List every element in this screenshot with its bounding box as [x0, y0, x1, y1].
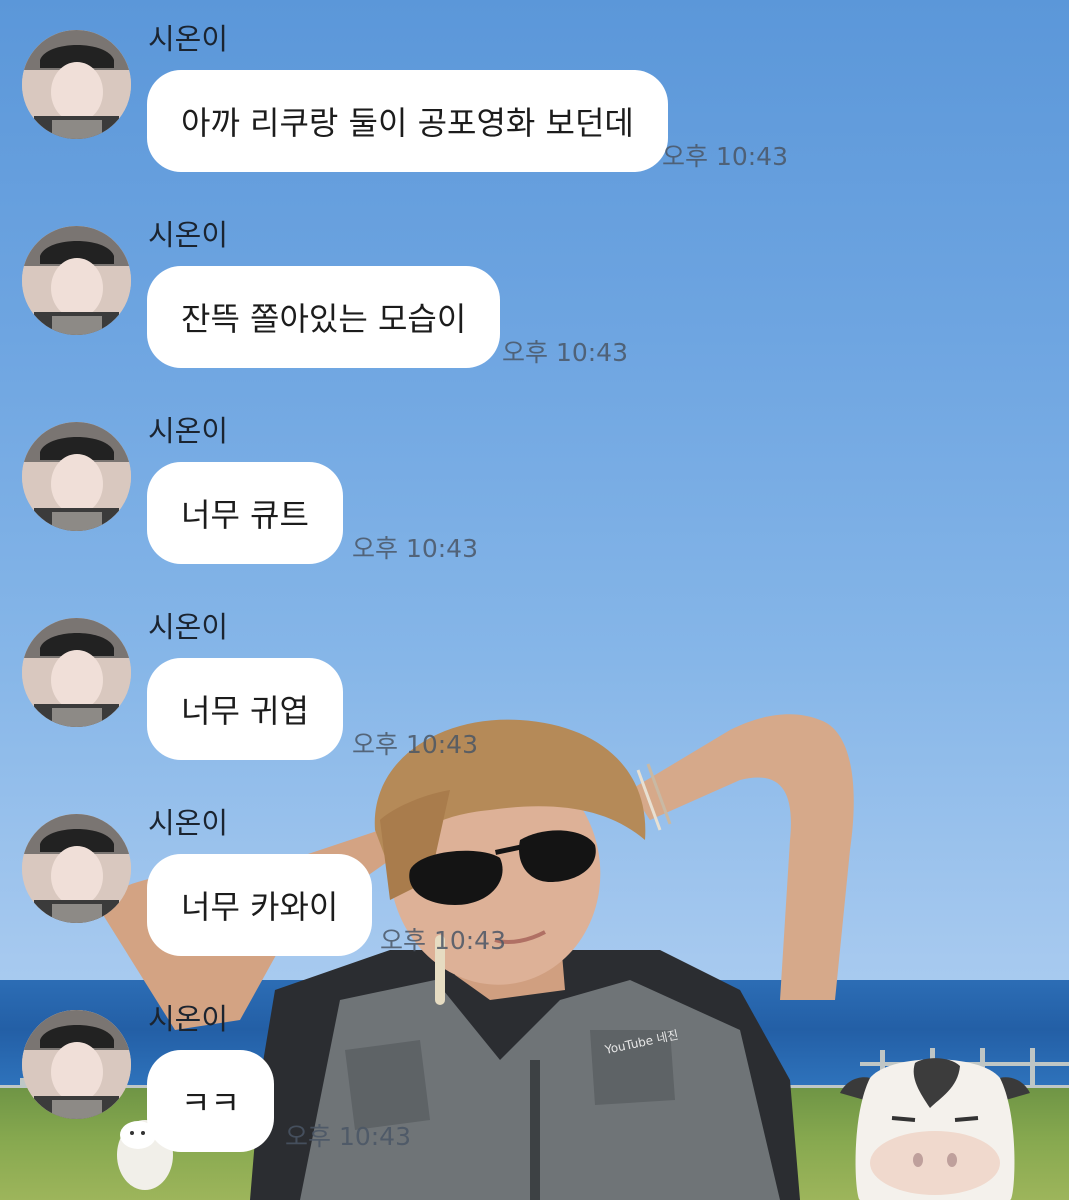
avatar-photo-icon	[22, 226, 131, 335]
avatar-photo-icon	[22, 814, 131, 923]
message-bubble[interactable]: ㅋㅋ	[147, 1050, 274, 1152]
sender-avatar[interactable]	[22, 30, 131, 139]
message-bubble[interactable]: 너무 귀엽	[147, 658, 343, 760]
sender-avatar[interactable]	[22, 226, 131, 335]
chat-message: 시온이 너무 큐트 오후 10:43	[0, 392, 1069, 568]
avatar-photo-icon	[22, 1010, 131, 1119]
chat-message: 시온이 ㅋㅋ 오후 10:43	[0, 980, 1069, 1156]
message-bubble[interactable]: 너무 카와이	[147, 854, 373, 956]
chat-message: 시온이 잔뜩 쫄아있는 모습이 오후 10:43	[0, 196, 1069, 372]
sender-avatar[interactable]	[22, 1010, 131, 1119]
sender-name: 시온이	[148, 1002, 229, 1036]
avatar-photo-icon	[22, 30, 131, 139]
chat-message: 시온이 너무 귀엽 오후 10:43	[0, 588, 1069, 764]
sender-name: 시온이	[148, 806, 229, 840]
chat-message: 시온이 너무 카와이 오후 10:43	[0, 784, 1069, 960]
sender-avatar[interactable]	[22, 618, 131, 727]
sender-avatar[interactable]	[22, 422, 131, 531]
sender-avatar[interactable]	[22, 814, 131, 923]
message-bubble[interactable]: 너무 큐트	[147, 462, 343, 564]
avatar-photo-icon	[22, 618, 131, 727]
message-timestamp: 오후 10:43	[502, 338, 628, 367]
sender-name: 시온이	[148, 218, 229, 252]
chat-message: 시온이 아까 리쿠랑 둘이 공포영화 보던데 오후 10:43	[0, 0, 1069, 176]
message-timestamp: 오후 10:43	[662, 142, 788, 171]
avatar-photo-icon	[22, 422, 131, 531]
message-timestamp: 오후 10:43	[352, 534, 478, 563]
message-timestamp: 오후 10:43	[352, 730, 478, 759]
message-timestamp: 오후 10:43	[285, 1122, 411, 1151]
message-timestamp: 오후 10:43	[380, 926, 506, 955]
sender-name: 시온이	[148, 610, 229, 644]
sender-name: 시온이	[148, 22, 229, 56]
chat-message-list[interactable]: 시온이 아까 리쿠랑 둘이 공포영화 보던데 오후 10:43 시온이 잔뜩 쫄…	[0, 0, 1069, 1200]
message-bubble[interactable]: 아까 리쿠랑 둘이 공포영화 보던데	[147, 70, 668, 172]
message-bubble[interactable]: 잔뜩 쫄아있는 모습이	[147, 266, 501, 368]
sender-name: 시온이	[148, 414, 229, 448]
